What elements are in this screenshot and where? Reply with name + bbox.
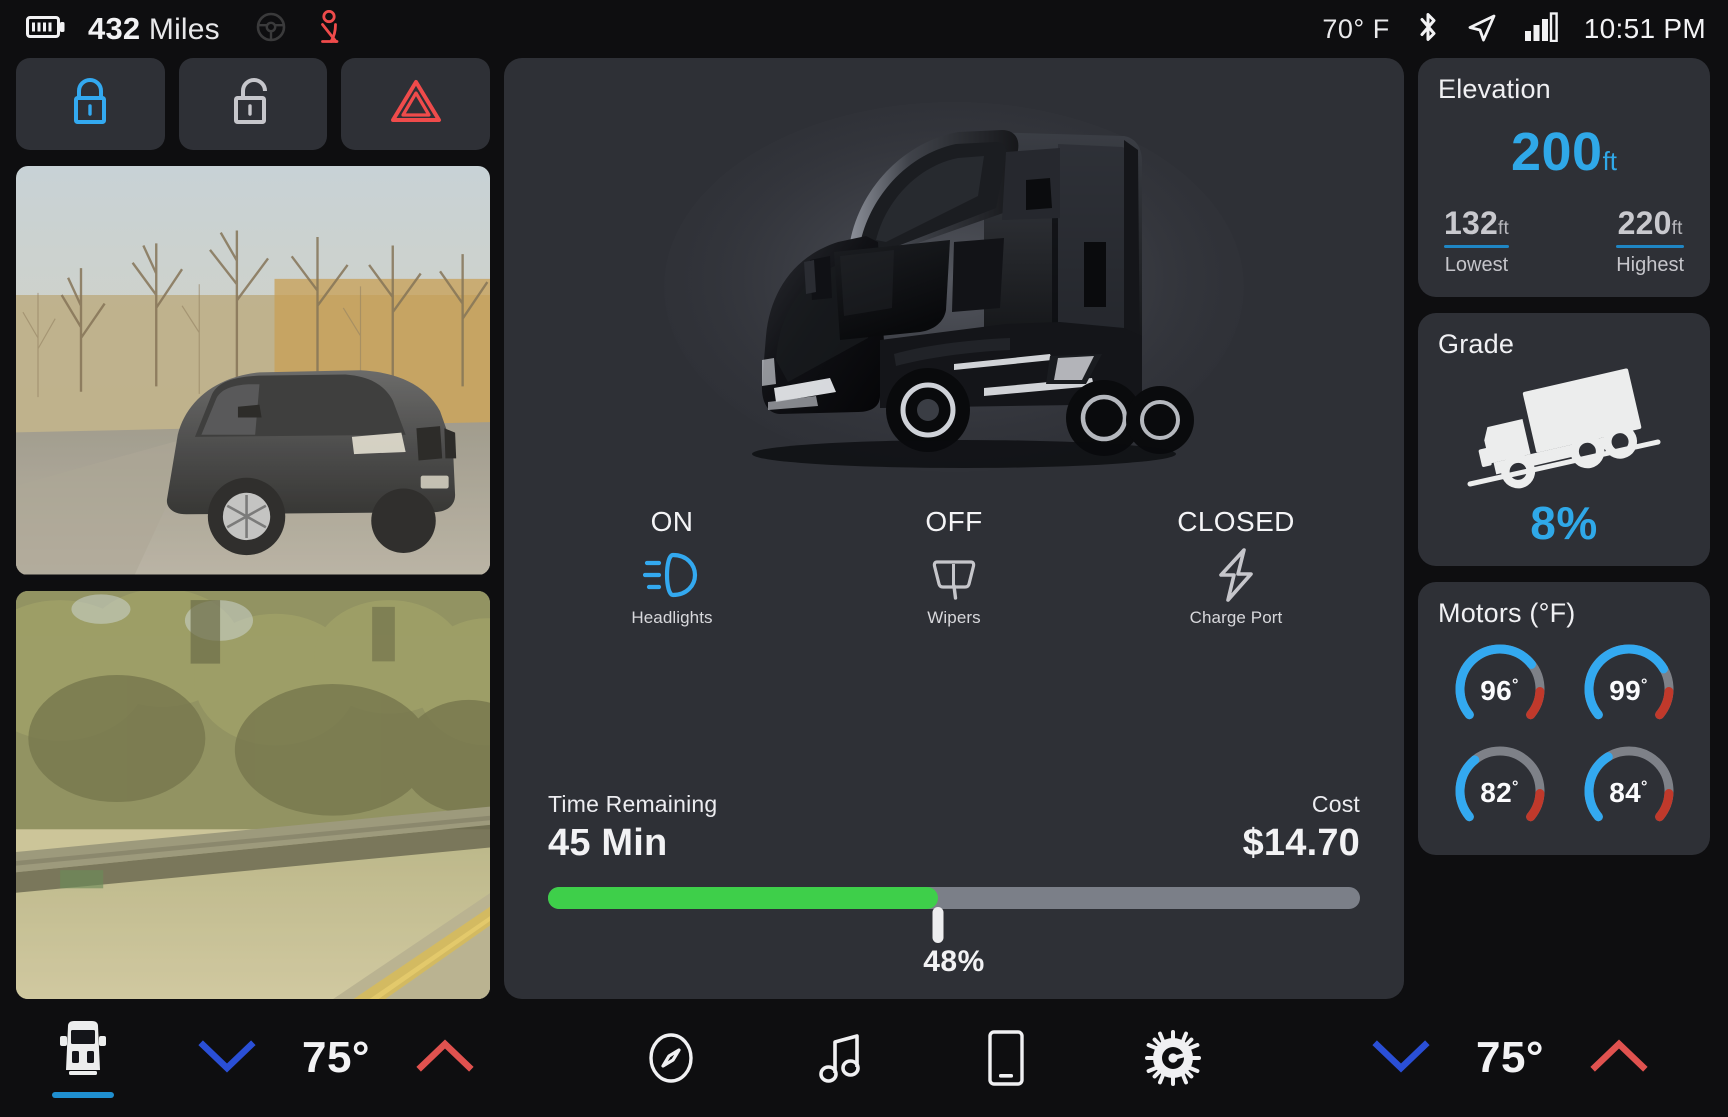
motor-gauge-front-right: 99°: [1571, 637, 1687, 737]
elevation-lowest-value: 132: [1444, 205, 1498, 241]
grade-card: Grade 8%: [1418, 313, 1710, 566]
lock-closed-icon: [66, 75, 114, 134]
degree-symbol: °: [1353, 13, 1365, 44]
headlights-status[interactable]: ON Headlights: [592, 506, 752, 628]
elevation-highest-value: 220: [1617, 205, 1672, 241]
motor-gauge-front-left: 96°: [1442, 637, 1558, 737]
left-column: [16, 58, 491, 999]
truck-dashboard-screen: 432 Miles 70° F 10:51 PM ON Headlights O…: [0, 0, 1728, 1117]
climate-control-left: 75°: [198, 1033, 474, 1083]
battery-icon: [26, 14, 66, 45]
wiper-icon: [927, 544, 981, 606]
time-remaining-value: 45 Min: [548, 822, 668, 864]
lock-open-icon: [228, 75, 278, 134]
temp-down-left-button[interactable]: [198, 1037, 256, 1080]
motors-card: Motors (°F) 96° 99° 82° 84°: [1418, 582, 1710, 855]
charge-progress-thumb[interactable]: [932, 907, 944, 943]
motor-gauge-value: 84°: [1609, 777, 1648, 808]
charge-bolt-icon: [1212, 544, 1260, 606]
elevation-lowest-underline: [1444, 245, 1509, 248]
media-icon[interactable]: [815, 1031, 867, 1085]
seatbelt-warning-icon: [314, 9, 344, 49]
cellular-signal-icon: [1524, 11, 1558, 47]
settings-icon[interactable]: [1145, 1030, 1201, 1086]
charge-percent: 48%: [923, 945, 985, 978]
charge-port-label: Charge Port: [1189, 608, 1283, 627]
clock: 10:51 PM: [1583, 13, 1706, 44]
hazard-triangle-icon: [388, 76, 444, 133]
charge-port-status[interactable]: CLOSED Charge Port: [1156, 506, 1316, 628]
range-value: 432: [88, 11, 141, 46]
temp-up-left-button[interactable]: [416, 1037, 474, 1080]
tab-vehicle-underline: [52, 1092, 114, 1098]
motor-gauge-value: 99°: [1609, 675, 1648, 706]
outside-temperature: 70° F: [1322, 14, 1389, 45]
elevation-highest-label: Highest: [1616, 254, 1684, 276]
quick-actions-row: [16, 58, 491, 150]
climate-control-right: 75°: [1372, 1033, 1648, 1083]
grade-title: Grade: [1438, 329, 1515, 359]
right-column: Elevation 200ft 132ft Lowest 220ft Highe…: [1418, 58, 1710, 999]
headlights-label: Headlights: [631, 608, 713, 627]
vehicle-card: ON Headlights OFF Wipers CLOSED Charge P…: [504, 58, 1404, 999]
temp-value-right: 75°: [1475, 1033, 1545, 1082]
steering-wheel-icon: [256, 12, 286, 47]
temp-unit: F: [1372, 13, 1390, 44]
wipers-status[interactable]: OFF Wipers: [874, 506, 1034, 628]
phone-icon[interactable]: [985, 1029, 1027, 1087]
cost-label: Cost: [1311, 791, 1360, 817]
charge-progress-bar[interactable]: [548, 887, 1360, 943]
elevation-highest: 220ft Highest: [1616, 205, 1684, 277]
headlight-icon: [643, 544, 701, 606]
elevation-lowest-label: Lowest: [1444, 254, 1509, 276]
main-content: ON Headlights OFF Wipers CLOSED Charge P…: [0, 58, 1728, 999]
motor-gauge-value: 96°: [1480, 675, 1519, 706]
truck-on-incline-icon: [1438, 366, 1690, 494]
charge-progress-fill: [548, 887, 938, 909]
bottom-center-icons: [645, 1029, 1201, 1087]
charging-block: Time Remaining 45 Min Cost $14.70 48%: [534, 773, 1374, 979]
motor-gauge-rear-left: 82°: [1442, 739, 1558, 839]
temp-down-right-button[interactable]: [1372, 1037, 1430, 1080]
center-column: ON Headlights OFF Wipers CLOSED Charge P…: [504, 58, 1404, 999]
camera-feed-front[interactable]: [16, 166, 490, 575]
outside-temp-value: 70: [1322, 13, 1354, 44]
hazard-button[interactable]: [341, 58, 491, 150]
semi-truck-render: [534, 72, 1374, 512]
motor-gauges-grid: 96° 99° 82° 84°: [1438, 637, 1690, 839]
tab-vehicle[interactable]: [40, 1018, 126, 1098]
elevation-lowest-unit: ft: [1498, 218, 1509, 239]
truck-front-icon: [56, 1018, 110, 1085]
wipers-label: Wipers: [927, 608, 981, 627]
navigation-arrow-icon: [1466, 11, 1498, 48]
elevation-card: Elevation 200ft 132ft Lowest 220ft Highe…: [1418, 58, 1710, 297]
time-remaining-label: Time Remaining: [548, 791, 718, 817]
elevation-title: Elevation: [1438, 74, 1551, 104]
status-bar: 432 Miles 70° F 10:51 PM: [0, 0, 1728, 58]
motor-gauge-rear-right: 84°: [1571, 739, 1687, 839]
motors-title: Motors (°F): [1438, 598, 1576, 628]
elevation-current-value: 200: [1510, 122, 1603, 182]
navigation-icon[interactable]: [645, 1032, 697, 1084]
grade-value: 8%: [1530, 497, 1598, 549]
elevation-current-unit: ft: [1602, 146, 1618, 176]
motor-gauge-value: 82°: [1480, 777, 1519, 808]
elevation-lowest: 132ft Lowest: [1444, 205, 1509, 277]
temp-value-left: 75°: [301, 1033, 371, 1082]
vehicle-status-row: ON Headlights OFF Wipers CLOSED Charge P…: [534, 506, 1374, 628]
elevation-highest-underline: [1616, 245, 1684, 248]
bluetooth-icon: [1416, 11, 1440, 48]
bottom-bar: 75° 75°: [0, 999, 1728, 1117]
camera-feed-side[interactable]: [16, 590, 490, 999]
range-readout: 432 Miles: [88, 11, 220, 47]
elevation-highest-unit: ft: [1671, 218, 1683, 239]
cost-value: $14.70: [1242, 822, 1360, 864]
temp-up-right-button[interactable]: [1590, 1037, 1648, 1080]
elevation-current: 200ft: [1438, 121, 1690, 183]
unlock-button[interactable]: [178, 58, 328, 150]
range-unit: Miles: [148, 13, 220, 46]
lock-button[interactable]: [16, 58, 165, 150]
